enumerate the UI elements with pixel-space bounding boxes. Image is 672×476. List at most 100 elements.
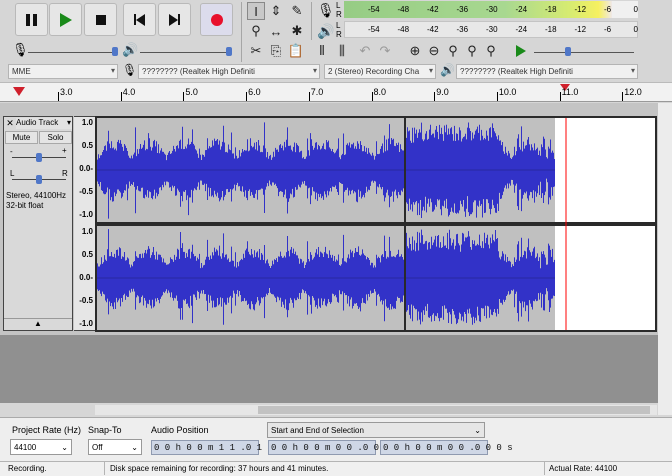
chevron-down-icon: ▾ bbox=[630, 66, 635, 75]
paste-button[interactable]: 📋 bbox=[287, 42, 305, 60]
gain-slider-thumb[interactable] bbox=[36, 153, 42, 162]
silence-button[interactable]: ⫼ bbox=[333, 42, 351, 60]
amplitude-label: 0.5 bbox=[81, 141, 93, 150]
fit-project-button[interactable]: ⚲ bbox=[463, 42, 481, 60]
playback-device-select[interactable]: ???????? (Realtek High Definiti ▾ bbox=[456, 64, 638, 79]
pencil-icon: ✎ bbox=[291, 3, 303, 18]
selection-start-field[interactable]: 0 0 h 0 0 m 0 0 .0 0 0 s bbox=[268, 440, 401, 455]
status-actual-rate: Actual Rate: 44100 bbox=[549, 464, 618, 473]
audio-position-field[interactable]: 0 0 h 0 0 m 1 1 .0 1 5 s bbox=[151, 440, 284, 455]
recording-volume-thumb[interactable] bbox=[112, 47, 118, 56]
copy-icon: ⎘ bbox=[270, 43, 282, 58]
zoom-toggle-button[interactable]: ⚲ bbox=[482, 42, 500, 60]
cut-button[interactable]: ✂ bbox=[247, 42, 265, 60]
copy-button[interactable]: ⎘ bbox=[267, 42, 285, 60]
status-disk-space: Disk space remaining for recording: 37 h… bbox=[110, 464, 329, 473]
amplitude-label: 1.0 bbox=[81, 118, 93, 127]
track-name-menu[interactable]: Audio Track ▾ bbox=[16, 118, 72, 129]
project-rate-select[interactable]: 44100 ⌄ bbox=[10, 439, 72, 455]
collapse-track-button[interactable]: ▲ bbox=[4, 318, 72, 330]
redo-button[interactable]: ↷ bbox=[376, 42, 394, 60]
close-track-icon[interactable]: ✕ bbox=[5, 118, 15, 129]
ruler-tick-label: 4.0 bbox=[122, 87, 136, 97]
selection-tool-button[interactable]: I bbox=[247, 2, 265, 20]
play-at-speed-button[interactable] bbox=[512, 42, 530, 60]
track-control-panel: ✕ Audio Track ▾ Mute Solo - + L R Stereo,… bbox=[3, 116, 73, 331]
solo-button[interactable]: Solo bbox=[39, 131, 72, 144]
amplitude-label: -1.0 bbox=[79, 319, 93, 328]
ruler-tick-label: 6.0 bbox=[248, 87, 261, 97]
meter-tick-label: -36 bbox=[456, 5, 469, 14]
meter-tick-label: -24 bbox=[515, 5, 528, 14]
play-at-speed-thumb[interactable] bbox=[565, 47, 571, 56]
ruler-tick-label: 5.0 bbox=[185, 87, 198, 97]
pause-button[interactable] bbox=[15, 3, 48, 36]
record-button[interactable] bbox=[200, 3, 233, 36]
meter-tick-label: -18 bbox=[545, 25, 557, 34]
recording-channels-select[interactable]: 2 (Stereo) Recording Cha ▾ bbox=[324, 64, 436, 79]
zoom-out-icon: ⊖ bbox=[428, 43, 440, 58]
zoom-out-button[interactable]: ⊖ bbox=[425, 42, 443, 60]
multi-tool-button[interactable]: ✱ bbox=[288, 22, 306, 40]
skip-to-start-icon bbox=[134, 13, 145, 26]
record-meter-right-label: R bbox=[336, 10, 342, 19]
trim-button[interactable]: ⫴ bbox=[313, 42, 331, 60]
playback-volume-slider[interactable] bbox=[140, 52, 230, 53]
pan-slider-thumb[interactable] bbox=[36, 175, 42, 184]
snap-to-select[interactable]: Off ⌄ bbox=[88, 439, 142, 455]
ruler-tick-label: 10.0 bbox=[498, 87, 517, 97]
meter-tick-label: -48 bbox=[397, 5, 410, 14]
playback-volume-icon: 🔊 bbox=[122, 42, 139, 57]
empty-track-area[interactable] bbox=[0, 335, 672, 403]
meter-tick-label: 0 bbox=[633, 25, 638, 34]
pan-right-label: R bbox=[62, 169, 68, 178]
chevron-down-icon: ▾ bbox=[66, 118, 71, 127]
fit-project-icon: ⚲ bbox=[467, 43, 477, 58]
fit-selection-button[interactable]: ⚲ bbox=[444, 42, 462, 60]
meter-tick-label: -12 bbox=[574, 5, 587, 14]
chevron-down-icon: ▾ bbox=[110, 66, 115, 75]
waveform-svg[interactable] bbox=[97, 118, 655, 330]
magnifier-icon: ⚲ bbox=[251, 23, 261, 38]
redo-icon: ↷ bbox=[379, 43, 391, 58]
envelope-icon: ⇕ bbox=[270, 3, 282, 18]
trim-icon: ⫴ bbox=[319, 43, 325, 58]
recording-volume-slider[interactable] bbox=[28, 52, 116, 53]
selection-end-field[interactable]: 0 0 h 0 0 m 0 0 .0 0 0 s bbox=[380, 440, 513, 455]
recording-device-icon: 🎙 bbox=[122, 63, 138, 77]
mute-button[interactable]: Mute bbox=[5, 131, 38, 144]
stop-icon bbox=[95, 14, 106, 25]
project-rate-label: Project Rate (Hz) bbox=[12, 425, 82, 435]
double-arrow-icon: ↔ bbox=[269, 23, 283, 39]
chevron-down-icon: ⌄ bbox=[131, 443, 138, 452]
meter-tick-label: -42 bbox=[427, 5, 439, 14]
ruler-tick-label: 12.0 bbox=[624, 87, 642, 97]
zoom-in-button[interactable]: ⊕ bbox=[406, 42, 424, 60]
undo-button[interactable]: ↶ bbox=[356, 42, 374, 60]
chevron-down-icon: ▾ bbox=[428, 66, 433, 75]
play-region-marker-icon[interactable] bbox=[13, 87, 25, 96]
meter-tick-label: -30 bbox=[486, 25, 498, 34]
audio-host-select[interactable]: MME ▾ bbox=[8, 64, 118, 79]
skip-to-end-button[interactable] bbox=[158, 3, 191, 36]
play-at-speed-slider[interactable] bbox=[534, 52, 634, 53]
waveform-display[interactable] bbox=[95, 116, 657, 332]
envelope-tool-button[interactable]: ⇕ bbox=[267, 2, 285, 20]
draw-tool-button[interactable]: ✎ bbox=[288, 2, 306, 20]
paste-icon: 📋 bbox=[287, 43, 305, 58]
zoom-tool-button[interactable]: ⚲ bbox=[247, 22, 265, 40]
stop-button[interactable] bbox=[84, 3, 117, 36]
skip-to-start-button[interactable] bbox=[123, 3, 156, 36]
recording-device-select[interactable]: ???????? (Realtek High Definiti ▾ bbox=[138, 64, 320, 79]
play-icon bbox=[59, 12, 72, 27]
vertical-scrollbar[interactable] bbox=[658, 103, 672, 415]
meter-tick-label: -24 bbox=[515, 25, 528, 34]
amplitude-label: -1.0 bbox=[79, 210, 93, 219]
horizontal-scrollbar-thumb[interactable] bbox=[258, 406, 650, 414]
record-level-meter[interactable] bbox=[344, 1, 612, 18]
playback-volume-thumb[interactable] bbox=[226, 47, 232, 56]
gain-min-label: - bbox=[10, 147, 13, 156]
time-shift-tool-button[interactable]: ↔ bbox=[267, 22, 285, 40]
selection-mode-select[interactable]: Start and End of Selection ⌄ bbox=[267, 422, 485, 438]
play-button[interactable] bbox=[49, 3, 82, 36]
